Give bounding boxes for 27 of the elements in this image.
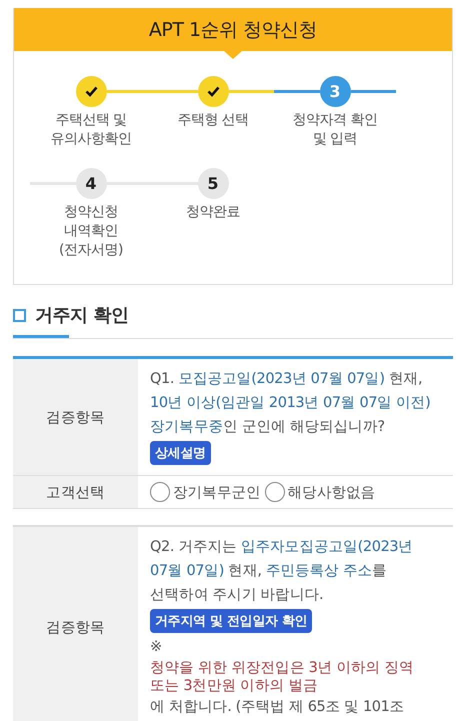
square-icon [13, 308, 26, 322]
option-label[interactable]: 장기복무군인 [173, 482, 261, 502]
detail-button[interactable]: 상세설명 [150, 441, 211, 465]
step-marker: 3 [320, 76, 350, 106]
question-text: Q1. 모집공고일(2023년 07월 07일) 현재, 10년 이상(임관일 2013년 07월 07일 이전) 장기복무중인 군인에 해당되십니까? [150, 370, 430, 437]
section-title: 거주지 확인 [35, 304, 128, 327]
radio-button[interactable] [264, 482, 285, 502]
step-marker: 5 [198, 168, 228, 198]
row-label: 검증항목 [13, 359, 138, 475]
step-label: 주택선택 및 유의사항확인 [50, 111, 132, 149]
row-label: 고객선택 [13, 476, 138, 508]
question-text: Q2. 거주지는 입주자모집공고일(2023년 07월 07일) 현재, 주민등록상 주소를 선택하여 주시기 바랍니다. [150, 538, 413, 605]
step-label: 청약자격 확인 및 입력 [292, 111, 378, 149]
note-text: 에 처합니다. (주택법 제 65조 및 101조 [150, 698, 404, 717]
row-label: 검증항목 [13, 527, 138, 721]
step-label: 청약완료 [186, 203, 240, 222]
step-label: 주택형 선택 [177, 111, 249, 130]
step-marker: 4 [76, 168, 106, 198]
warning-text: 청약을 위한 위장전입은 3년 이하의 징역 또는 3천만원 이하의 벌금 [150, 659, 414, 695]
note-text: ※ [150, 638, 162, 657]
check-icon [84, 86, 98, 96]
option-label[interactable]: 해당사항없음 [288, 482, 376, 502]
radio-button[interactable] [150, 482, 170, 502]
step-label: 청약신청 내역확인 (전자서명) [59, 203, 123, 260]
check-icon [206, 86, 220, 96]
detail-button[interactable]: 거주지역 및 전입일자 확인 [150, 609, 312, 633]
page-title: APT 1순위 청약신청 [148, 18, 318, 42]
